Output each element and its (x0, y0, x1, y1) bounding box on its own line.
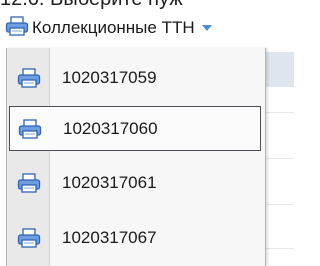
menu-item-label: 1020317060 (63, 118, 158, 138)
toolbar-label: Коллекционные ТТН (32, 18, 195, 37)
collection-waybills-button[interactable]: Коллекционные ТТН (5, 13, 212, 43)
chevron-down-icon[interactable] (201, 25, 212, 31)
printer-icon (11, 172, 47, 193)
menu-item-label: 1020317067 (62, 227, 157, 247)
printer-icon (11, 227, 47, 248)
background-grid (264, 52, 294, 266)
dropdown-menu: 1020317059 1020317060 1020317061 1020317… (6, 48, 266, 266)
printer-icon (5, 15, 29, 41)
menu-item-label: 1020317059 (62, 67, 157, 87)
instruction-heading: 12.6. Выберите нуж (0, 0, 294, 11)
menu-item-1020317060[interactable]: 1020317060 (9, 106, 261, 151)
printer-icon (11, 67, 47, 88)
printer-icon (12, 118, 48, 139)
menu-item-1020317059[interactable]: 1020317059 (9, 55, 261, 100)
menu-item-label: 1020317061 (62, 172, 157, 192)
toolbar: Коллекционные ТТН (0, 11, 294, 45)
menu-item-1020317067[interactable]: 1020317067 (9, 215, 261, 260)
menu-item-1020317061[interactable]: 1020317061 (9, 160, 261, 205)
